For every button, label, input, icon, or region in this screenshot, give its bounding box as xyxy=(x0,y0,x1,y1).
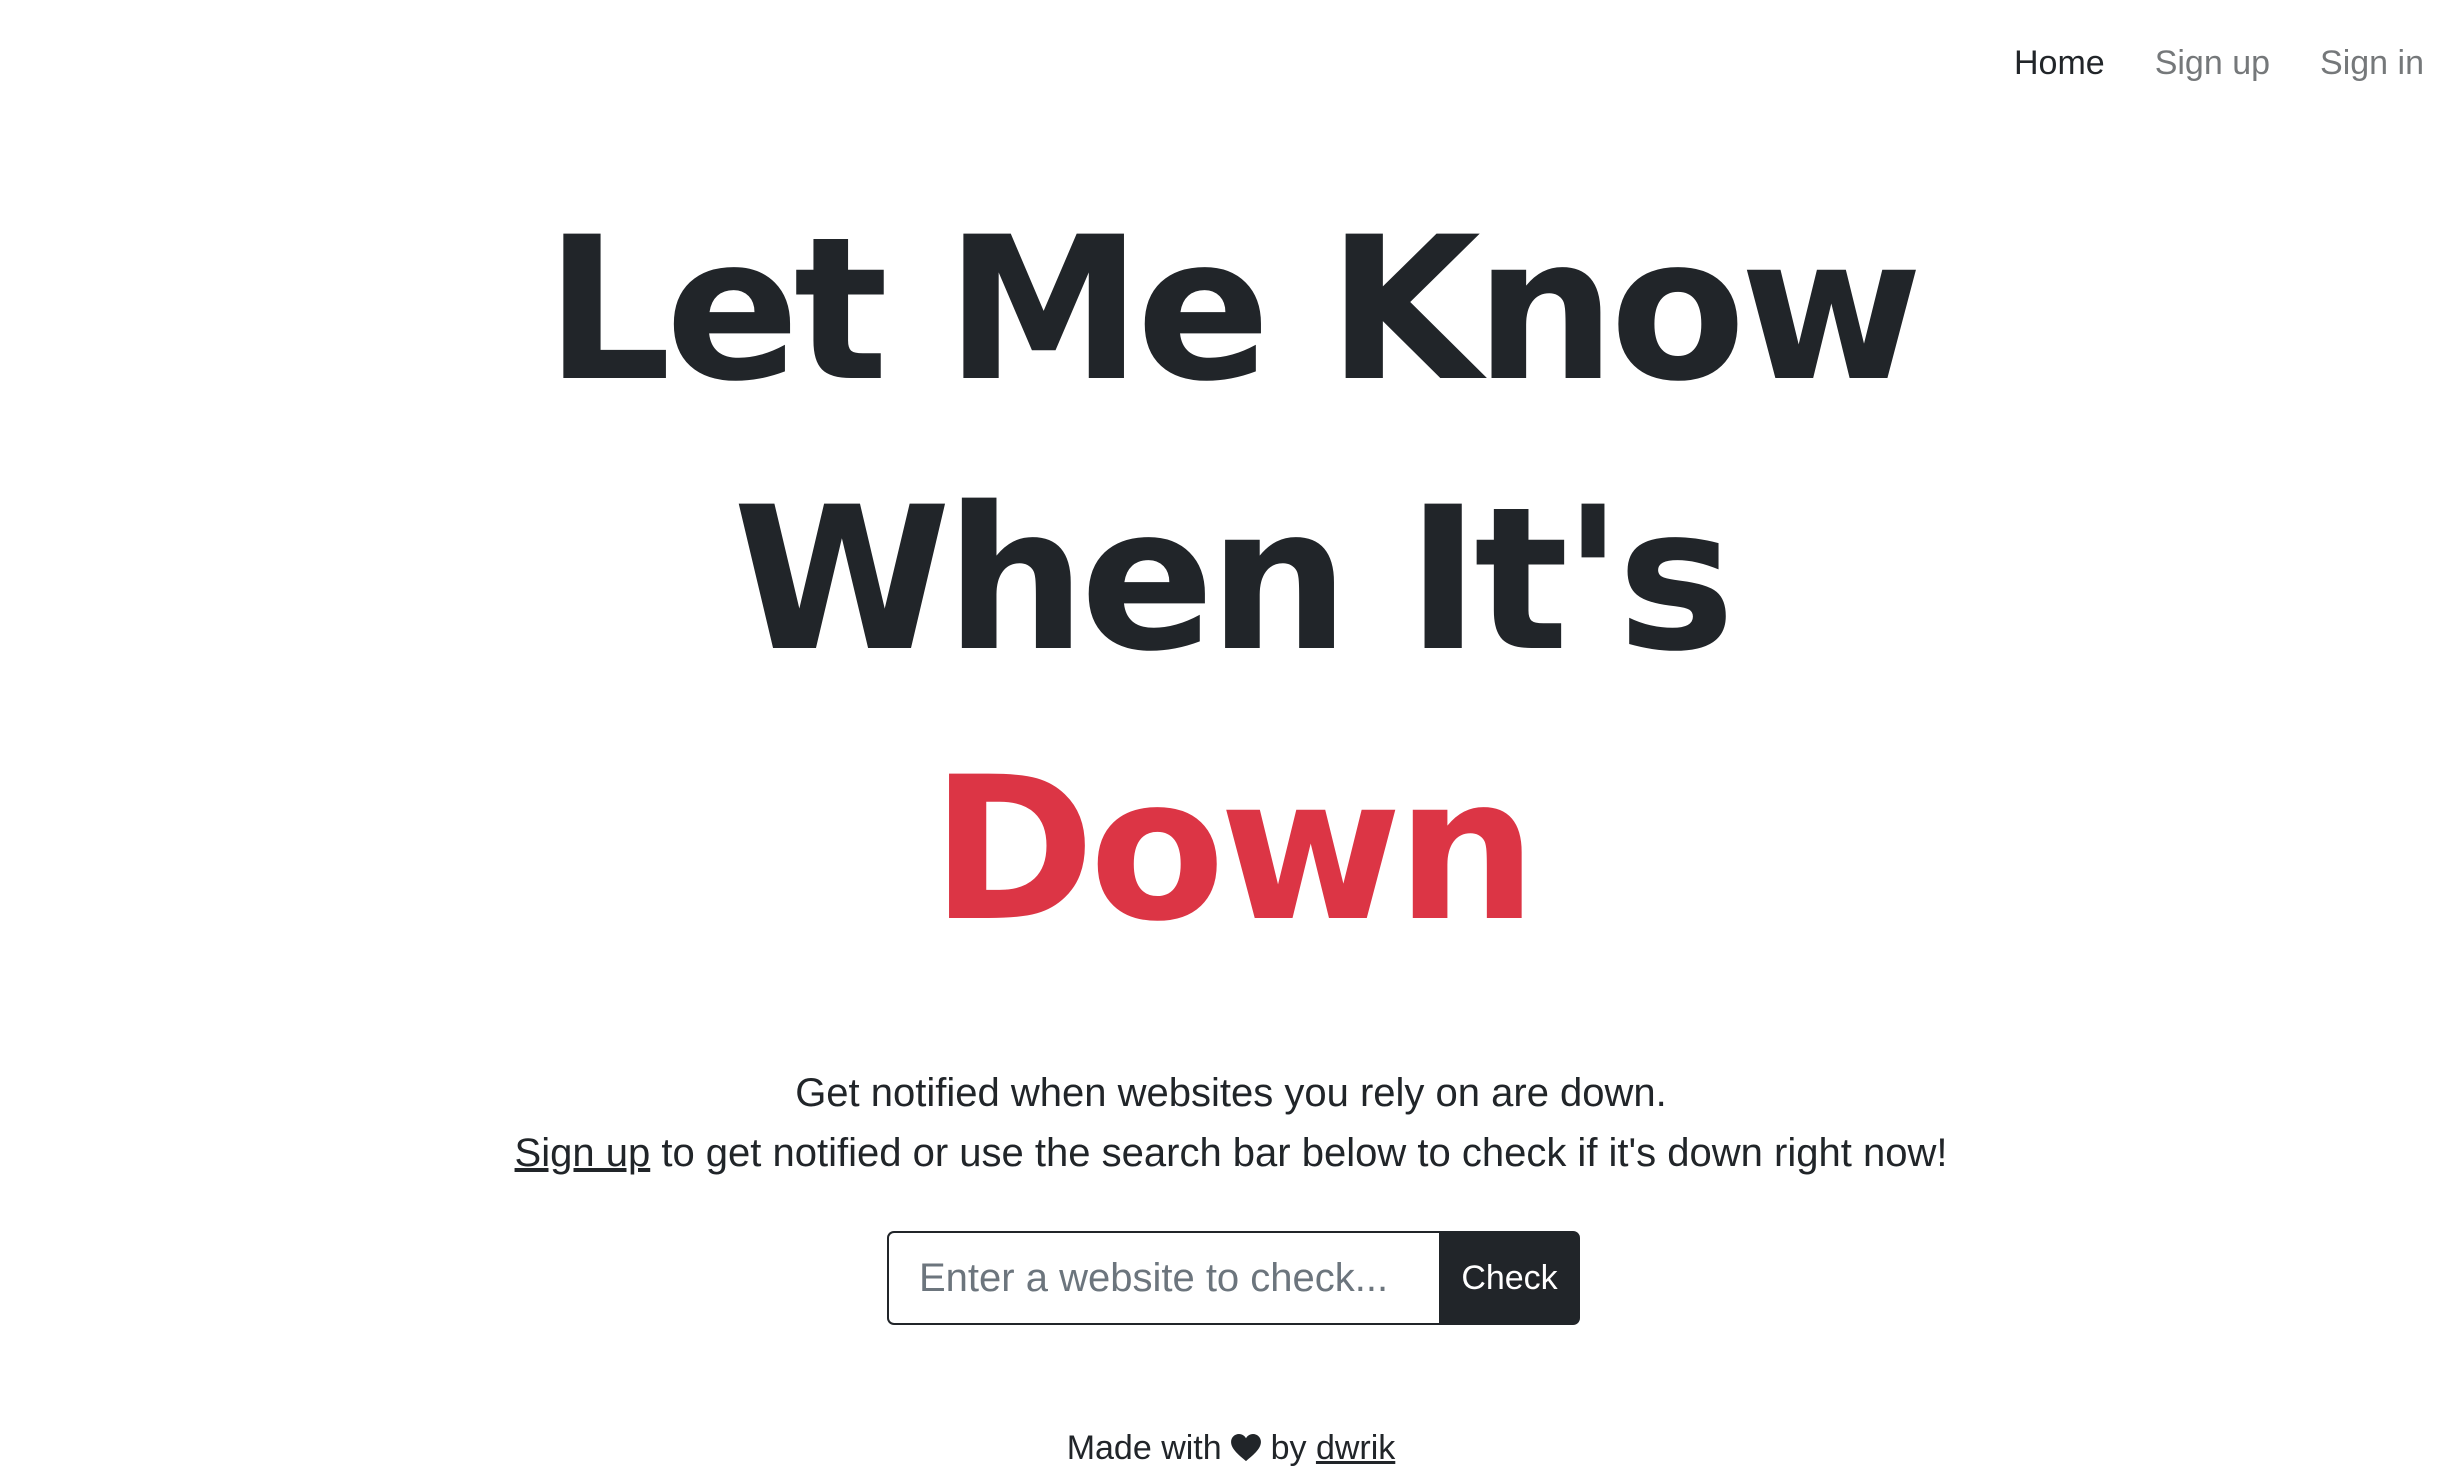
hero-line-2: When It's xyxy=(732,464,1735,695)
heart-icon xyxy=(1231,1434,1262,1462)
footer: Made with by dwrik xyxy=(0,1424,2462,1472)
lead-signup-link[interactable]: Sign up xyxy=(515,1131,651,1175)
nav-home-link[interactable]: Home xyxy=(2014,44,2105,83)
hero-accent-word: Down xyxy=(930,734,1537,965)
lead-line-2-text: to get notified or use the search bar be… xyxy=(650,1131,1948,1175)
hero-line-1: Let Me Know xyxy=(545,194,1923,425)
check-button[interactable]: Check xyxy=(1439,1231,1580,1325)
footer-prefix: Made with xyxy=(1066,1429,1222,1467)
lead-text: Get notified when websites you rely on a… xyxy=(0,1063,2462,1183)
top-nav: Home Sign up Sign in xyxy=(2014,44,2424,83)
website-check-form: Check xyxy=(887,1231,1580,1325)
website-search-input[interactable] xyxy=(887,1231,1439,1325)
author-link[interactable]: dwrik xyxy=(1316,1429,1395,1467)
nav-signup-link[interactable]: Sign up xyxy=(2155,44,2270,83)
footer-by: by xyxy=(1261,1429,1316,1467)
lead-line-1: Get notified when websites you rely on a… xyxy=(795,1071,1667,1115)
hero-heading: Let Me Know When It's Down xyxy=(0,175,2462,985)
nav-signin-link[interactable]: Sign in xyxy=(2320,44,2424,83)
lead-line-2: Sign up to get notified or use the searc… xyxy=(0,1123,2462,1183)
